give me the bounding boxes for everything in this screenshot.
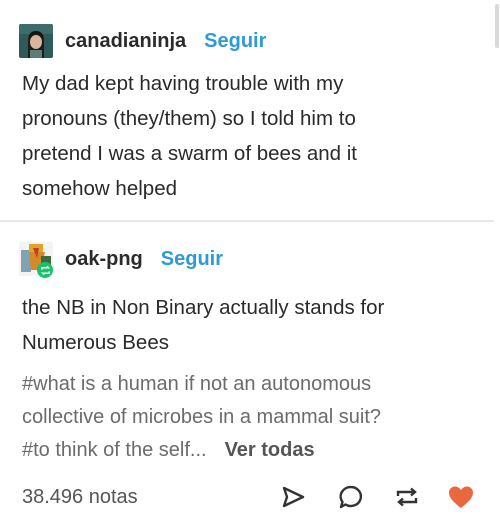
reply-icon[interactable] bbox=[337, 483, 365, 511]
scrollbar[interactable] bbox=[494, 0, 500, 529]
follow-button[interactable]: Seguir bbox=[204, 30, 266, 53]
tag[interactable]: #to think of the self... bbox=[22, 439, 207, 461]
post-text: the NB in Non Binary actually stands for… bbox=[22, 290, 462, 360]
post-header: oak-png Seguir bbox=[19, 242, 223, 278]
share-icon[interactable] bbox=[279, 483, 307, 511]
post-text-line: Numerous Bees bbox=[22, 331, 169, 354]
scrollbar-thumb[interactable] bbox=[495, 4, 499, 48]
like-icon[interactable] bbox=[447, 483, 475, 511]
avatar[interactable] bbox=[19, 242, 53, 278]
post-text-line: pretend I was a swarm of bees and it bbox=[22, 142, 358, 165]
post-text-line: pronouns (they/them) so I told him to bbox=[22, 107, 356, 130]
post-footer: 38.496 notas bbox=[0, 478, 494, 518]
post-text-line: My dad kept having trouble with my bbox=[22, 72, 344, 95]
username[interactable]: oak-png bbox=[65, 248, 143, 271]
tag-list: #what is a human if not an autonomous co… bbox=[22, 368, 462, 467]
post-header: canadianinja Seguir bbox=[19, 24, 266, 58]
reblog-icon[interactable] bbox=[393, 483, 421, 511]
post-text-line: the NB in Non Binary actually stands for bbox=[22, 296, 385, 319]
divider bbox=[0, 220, 494, 222]
see-all-tags-link[interactable]: Ver todas bbox=[225, 439, 315, 461]
post-text-line: somehow helped bbox=[22, 177, 177, 200]
notes-count[interactable]: 38.496 notas bbox=[22, 486, 138, 509]
tag[interactable]: #what is a human if not an autonomous bbox=[22, 368, 462, 401]
avatar[interactable] bbox=[19, 24, 53, 58]
reblog-badge-icon bbox=[37, 262, 53, 278]
follow-button[interactable]: Seguir bbox=[161, 248, 223, 271]
username[interactable]: canadianinja bbox=[65, 30, 186, 53]
post-text: My dad kept having trouble with my prono… bbox=[22, 66, 462, 206]
tag[interactable]: collective of microbes in a mammal suit? bbox=[22, 401, 462, 434]
